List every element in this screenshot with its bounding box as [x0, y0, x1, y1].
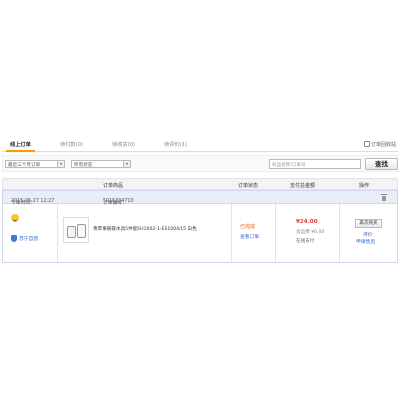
order-tabs: 线上订单 待付款(0) 待收货(0) 待评价(1) 订单回收站 — [2, 138, 398, 152]
status-select[interactable]: 所有状态 ▾ — [71, 160, 131, 168]
divider — [339, 204, 340, 262]
tab-pending-review[interactable]: 待评价(1) — [164, 141, 187, 148]
product-name-link[interactable]: 青苹果碗碟水具5件套EH1002-1-ES1004/L5 白色 — [93, 226, 197, 232]
tab-pending-payment[interactable]: 待付款(0) — [60, 141, 83, 148]
recycle-bin-link[interactable]: 订单回收站 — [363, 141, 396, 148]
order-card: 下单时间： 2015-05-27 12:27 订单编号： 5016334710 苏宁… — [2, 190, 398, 263]
chevron-down-icon: ▾ — [123, 161, 130, 167]
tab-online-orders[interactable]: 线上订单 — [6, 141, 35, 152]
after-sales-link[interactable]: 申请售后 — [356, 238, 375, 245]
table-header: 订单商品 订单状态 支付总金额 操作 — [2, 178, 398, 190]
divider — [275, 204, 276, 262]
shop-link[interactable]: 苏宁自营 — [11, 235, 38, 242]
time-range-select[interactable]: 最近三个月订单 ▾ — [5, 160, 65, 168]
status-value: 所有状态 — [74, 163, 93, 168]
trash-icon[interactable] — [381, 194, 387, 201]
col-actions: 操作 — [359, 183, 370, 189]
smiley-icon — [11, 214, 19, 222]
payment-method: 在线支付 — [296, 239, 315, 244]
time-range-value: 最近三个月订单 — [8, 163, 41, 168]
order-total-price: ¥24.00 — [296, 219, 318, 225]
filter-bar: 最近三个月订单 ▾ 所有状态 ▾ 商品名称/订单号 查找 — [2, 155, 398, 172]
recycle-bin-label: 订单回收站 — [370, 142, 396, 148]
chevron-down-icon: ▾ — [57, 161, 64, 167]
order-body: 苏宁自营 青苹果碗碟水具5件套EH1002-1-ES1004/L5 白色 已完成… — [3, 204, 397, 262]
order-header: 下单时间： 2015-05-27 12:27 订单编号： 5016334710 — [3, 191, 397, 206]
tab-pending-receipt[interactable]: 待收货(0) — [112, 141, 135, 148]
col-total: 支付总金额 — [290, 183, 316, 189]
review-link[interactable]: 评价 — [363, 231, 373, 238]
shop-name: 苏宁自营 — [19, 237, 39, 242]
order-status: 已完成 — [240, 224, 256, 230]
product-thumbnail[interactable] — [63, 217, 89, 243]
col-status: 订单状态 — [238, 183, 259, 189]
recycle-bin-icon — [363, 141, 370, 147]
divider — [57, 204, 58, 262]
search-button[interactable]: 查找 — [365, 158, 398, 170]
search-input[interactable]: 商品名称/订单号 — [269, 159, 361, 169]
shipping-fee: 含运费 ¥0.00 — [296, 230, 325, 235]
rebuy-button[interactable]: 再次购买 — [355, 219, 382, 228]
view-order-link[interactable]: 查看订单 — [240, 233, 259, 240]
divider — [231, 204, 232, 262]
col-product: 订单商品 — [103, 183, 124, 189]
shield-icon — [11, 235, 17, 242]
